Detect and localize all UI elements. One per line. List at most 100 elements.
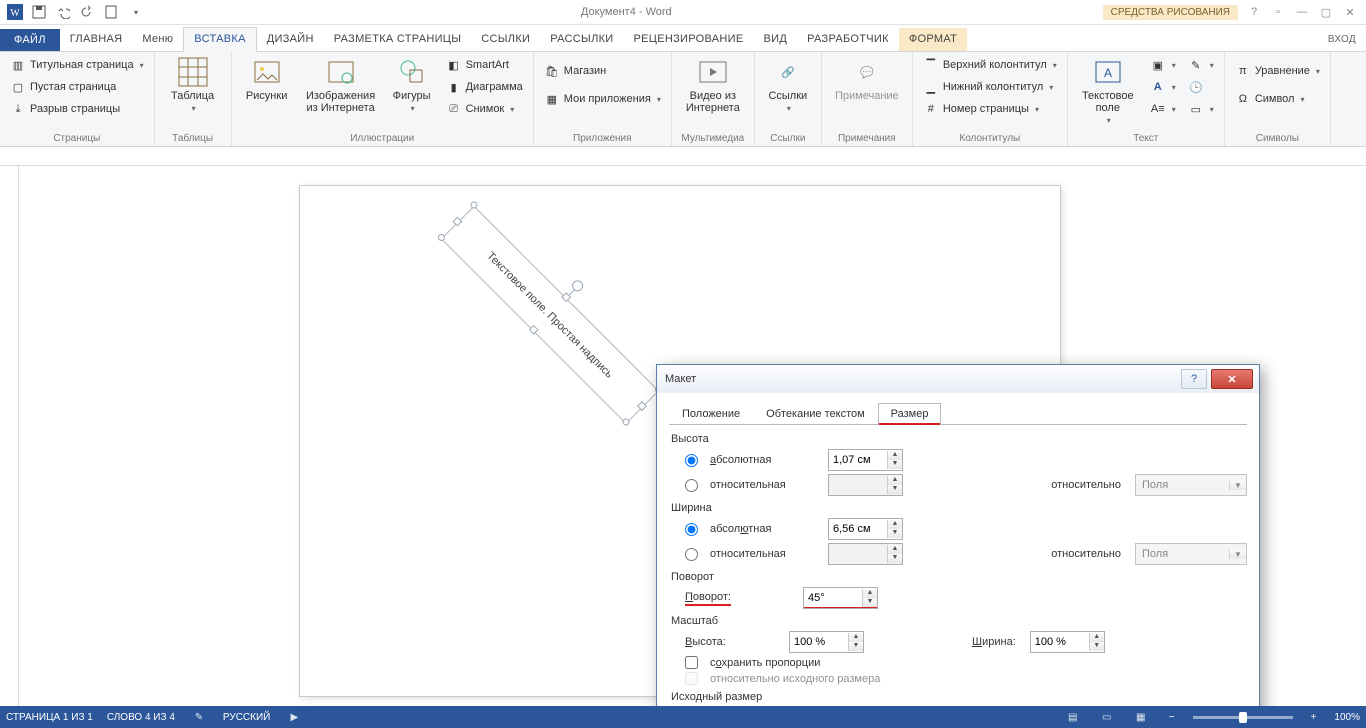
quickparts-button[interactable]: ▣▾ bbox=[1146, 54, 1180, 76]
text-box-content[interactable]: Текстовое поле. Простая надпись bbox=[441, 206, 659, 424]
spin-up-icon[interactable]: ▲ bbox=[888, 520, 902, 529]
scale-height-input[interactable] bbox=[790, 633, 848, 651]
spelling-icon[interactable]: ✎ bbox=[189, 709, 209, 725]
object-button[interactable]: ▭▾ bbox=[1184, 98, 1218, 120]
spin-down-icon[interactable]: ▼ bbox=[863, 598, 877, 607]
macro-icon[interactable]: ▶ bbox=[284, 709, 304, 725]
zoom-slider[interactable] bbox=[1193, 716, 1293, 719]
width-absolute-input[interactable] bbox=[829, 520, 887, 538]
chevron-down-icon[interactable]: ▼ bbox=[1229, 481, 1246, 490]
text-box-button[interactable]: AТекстовое поле▾ bbox=[1074, 54, 1142, 127]
help-icon[interactable]: ? bbox=[1244, 6, 1264, 19]
online-video-button[interactable]: Видео из Интернета bbox=[678, 54, 748, 116]
tab-mailings[interactable]: РАССЫЛКИ bbox=[540, 28, 623, 51]
height-relative-to-combo[interactable]: Поля▼ bbox=[1135, 474, 1247, 496]
account-sign-in[interactable]: Вход bbox=[1318, 29, 1366, 51]
dialog-close-icon[interactable]: ✕ bbox=[1211, 369, 1253, 389]
tab-file[interactable]: ФАЙЛ bbox=[0, 29, 60, 51]
zoom-out-icon[interactable]: − bbox=[1165, 712, 1179, 723]
header-button[interactable]: ▔Верхний колонтитул▾ bbox=[919, 54, 1061, 76]
word-icon[interactable]: W bbox=[4, 2, 26, 22]
tab-developer[interactable]: РАЗРАБОТЧИК bbox=[797, 28, 899, 51]
datetime-button[interactable]: 🕒 bbox=[1184, 76, 1218, 98]
tab-view[interactable]: ВИД bbox=[754, 28, 798, 51]
scale-width-input[interactable] bbox=[1031, 633, 1089, 651]
scale-height-spinner[interactable]: ▲▼ bbox=[789, 631, 864, 653]
height-absolute-input[interactable] bbox=[829, 451, 887, 469]
rotation-spinner[interactable]: ▲▼ bbox=[803, 587, 878, 609]
close-icon[interactable]: ✕ bbox=[1340, 6, 1360, 19]
view-print-layout-icon[interactable]: ▤ bbox=[1063, 709, 1083, 725]
maximize-icon[interactable]: ▢ bbox=[1316, 6, 1336, 19]
width-absolute-radio[interactable] bbox=[685, 523, 698, 536]
my-apps-button[interactable]: ▦Мои приложения▾ bbox=[540, 88, 665, 110]
tab-menu[interactable]: Меню bbox=[132, 28, 183, 51]
table-button[interactable]: Таблица▾ bbox=[161, 54, 225, 115]
tab-text-wrapping[interactable]: Обтекание текстом bbox=[753, 403, 878, 424]
comment-button[interactable]: 💬Примечание bbox=[828, 54, 906, 104]
shapes-button[interactable]: Фигуры▾ bbox=[386, 54, 438, 115]
page-number-button[interactable]: #Номер страницы▾ bbox=[919, 98, 1061, 120]
screenshot-button[interactable]: ⎚Снимок▾ bbox=[442, 98, 527, 120]
status-language[interactable]: РУССКИЙ bbox=[223, 712, 270, 723]
store-button[interactable]: 🛍Магазин bbox=[540, 60, 665, 82]
spin-down-icon[interactable]: ▼ bbox=[888, 529, 902, 538]
spin-up-icon[interactable]: ▲ bbox=[888, 451, 902, 460]
chevron-down-icon[interactable]: ▼ bbox=[1229, 550, 1246, 559]
wordart-button[interactable]: A▾ bbox=[1146, 76, 1180, 98]
width-relative-radio[interactable] bbox=[685, 548, 698, 561]
tab-insert[interactable]: ВСТАВКА bbox=[183, 27, 256, 52]
tab-design[interactable]: ДИЗАЙН bbox=[257, 28, 324, 51]
save-icon[interactable] bbox=[28, 2, 50, 22]
symbol-button[interactable]: ΩСимвол▾ bbox=[1231, 88, 1324, 110]
equation-button[interactable]: πУравнение▾ bbox=[1231, 60, 1324, 82]
height-relative-spinner[interactable]: ▲▼ bbox=[828, 474, 903, 496]
cover-page-button[interactable]: ▥Титульная страница▾ bbox=[6, 54, 148, 76]
chart-button[interactable]: ▮Диаграмма bbox=[442, 76, 527, 98]
dropcap-button[interactable]: A≡▾ bbox=[1146, 98, 1180, 120]
horizontal-ruler[interactable] bbox=[0, 147, 1366, 166]
smartart-button[interactable]: ◧SmartArt bbox=[442, 54, 527, 76]
width-relative-to-combo[interactable]: Поля▼ bbox=[1135, 543, 1247, 565]
ribbon-options-icon[interactable]: ▫ bbox=[1268, 6, 1288, 19]
width-absolute-spinner[interactable]: ▲▼ bbox=[828, 518, 903, 540]
dialog-help-icon[interactable]: ? bbox=[1181, 369, 1207, 389]
signature-button[interactable]: ✎▾ bbox=[1184, 54, 1218, 76]
page-break-button[interactable]: ⤓Разрыв страницы bbox=[6, 98, 148, 120]
pictures-button[interactable]: Рисунки bbox=[238, 54, 296, 104]
tab-home[interactable]: ГЛАВНАЯ bbox=[60, 28, 133, 51]
tab-size[interactable]: Размер bbox=[878, 403, 942, 425]
status-word-count[interactable]: СЛОВО 4 ИЗ 4 bbox=[107, 712, 175, 723]
redo-icon[interactable] bbox=[76, 2, 98, 22]
vertical-ruler[interactable] bbox=[0, 166, 19, 712]
tab-format[interactable]: ФОРМАТ bbox=[899, 28, 967, 51]
tab-review[interactable]: РЕЦЕНЗИРОВАНИЕ bbox=[624, 28, 754, 51]
status-page[interactable]: СТРАНИЦА 1 ИЗ 1 bbox=[6, 712, 93, 723]
height-absolute-radio[interactable] bbox=[685, 454, 698, 467]
tab-layout[interactable]: РАЗМЕТКА СТРАНИЦЫ bbox=[324, 28, 472, 51]
minimize-icon[interactable]: ― bbox=[1292, 6, 1312, 19]
view-web-layout-icon[interactable]: ▦ bbox=[1131, 709, 1151, 725]
view-read-mode-icon[interactable]: ▭ bbox=[1097, 709, 1117, 725]
dialog-title-bar[interactable]: Макет ? ✕ bbox=[657, 365, 1259, 393]
spin-up-icon[interactable]: ▲ bbox=[863, 589, 877, 598]
height-absolute-spinner[interactable]: ▲▼ bbox=[828, 449, 903, 471]
new-doc-icon[interactable] bbox=[100, 2, 122, 22]
undo-icon[interactable] bbox=[52, 2, 74, 22]
footer-button[interactable]: ▁Нижний колонтитул▾ bbox=[919, 76, 1061, 98]
text-box-shape[interactable]: Текстовое поле. Простая надпись bbox=[442, 206, 658, 422]
lock-aspect-checkbox[interactable] bbox=[685, 656, 698, 669]
blank-page-button[interactable]: ▢Пустая страница bbox=[6, 76, 148, 98]
zoom-slider-thumb[interactable] bbox=[1239, 712, 1247, 723]
height-relative-radio[interactable] bbox=[685, 479, 698, 492]
online-pictures-button[interactable]: Изображения из Интернета bbox=[300, 54, 382, 116]
qat-more-icon[interactable]: ▾ bbox=[124, 2, 146, 22]
spin-down-icon[interactable]: ▼ bbox=[888, 460, 902, 469]
zoom-level[interactable]: 100% bbox=[1334, 712, 1360, 723]
scale-width-spinner[interactable]: ▲▼ bbox=[1030, 631, 1105, 653]
zoom-in-icon[interactable]: + bbox=[1307, 712, 1321, 723]
tab-references[interactable]: ССЫЛКИ bbox=[471, 28, 540, 51]
links-button[interactable]: 🔗Ссылки▾ bbox=[761, 54, 815, 115]
width-relative-spinner[interactable]: ▲▼ bbox=[828, 543, 903, 565]
tab-position[interactable]: Положение bbox=[669, 403, 753, 424]
